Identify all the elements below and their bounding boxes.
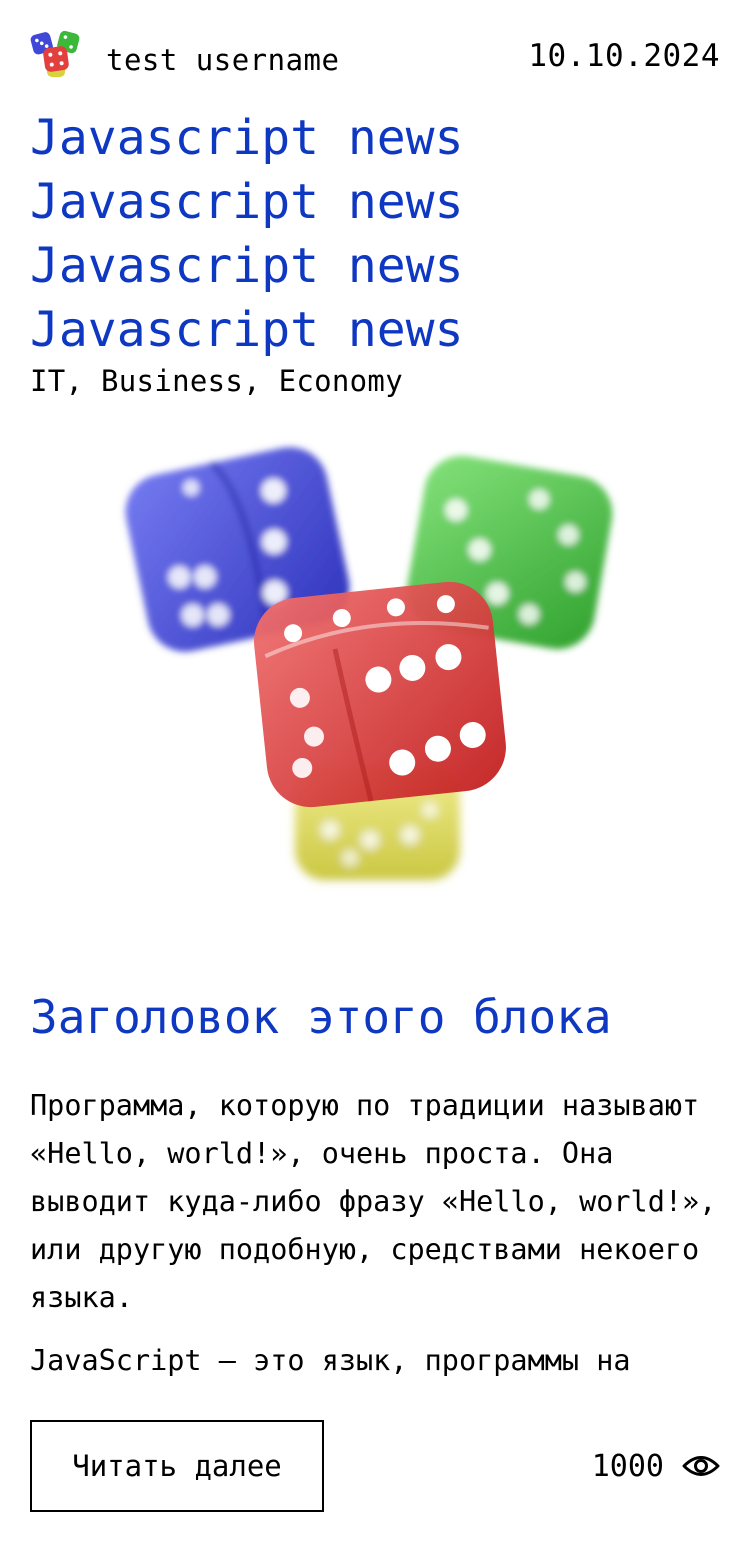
news-title[interactable]: Javascript news: [30, 170, 720, 234]
username[interactable]: test username: [106, 43, 339, 77]
news-card: test username 10.10.2024 Javascript news…: [0, 0, 750, 1542]
news-titles: Javascript news Javascript news Javascri…: [30, 106, 720, 362]
red-die: [254, 581, 506, 808]
views-count: 1000: [591, 1448, 664, 1484]
excerpt-paragraph: JavaScript — это язык, программы на: [30, 1344, 631, 1377]
views-counter: 1000: [592, 1436, 720, 1496]
dice-image: [110, 440, 630, 900]
news-title[interactable]: Javascript news: [30, 234, 720, 298]
block-title: Заголовок этого блока: [30, 990, 612, 1044]
dice-illustration: [125, 447, 613, 880]
eye-icon: [682, 1456, 720, 1476]
news-title[interactable]: Javascript news: [30, 106, 720, 170]
dice-logo-icon: [30, 30, 80, 77]
excerpt-paragraph: Программа, которую по традиции называют …: [30, 1089, 717, 1314]
post-date: 10.10.2024: [528, 38, 720, 74]
article-excerpt: Программа, которую по традиции называют …: [30, 1082, 720, 1392]
card-header: test username 10.10.2024: [30, 28, 720, 88]
news-title[interactable]: Javascript news: [30, 298, 720, 362]
author[interactable]: test username: [30, 29, 339, 87]
read-more-button[interactable]: Читать далее: [30, 1420, 324, 1512]
tags: IT, Business, Economy: [30, 364, 403, 398]
